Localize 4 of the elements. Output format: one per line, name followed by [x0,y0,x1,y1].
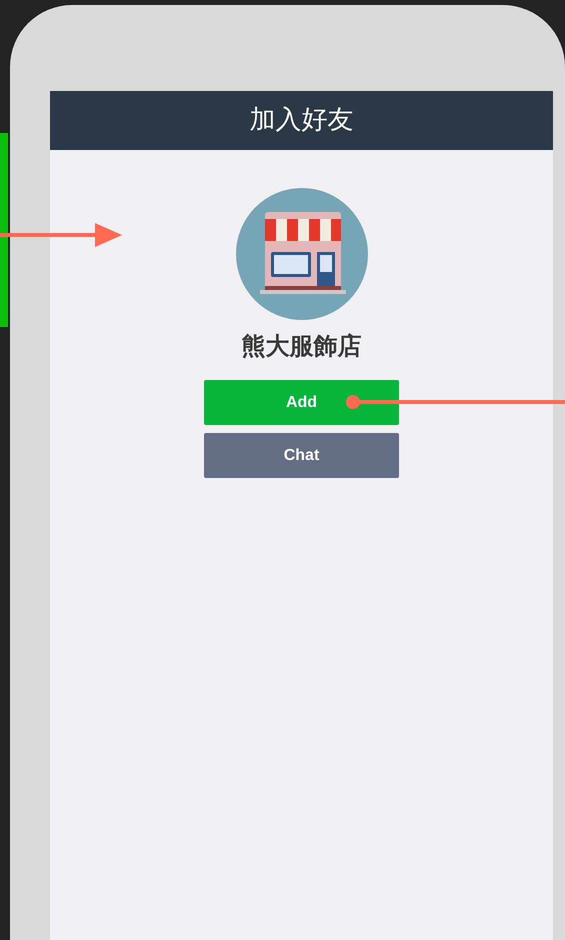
chat-button[interactable]: Chat [204,433,399,478]
store-name: 熊大服飾店 [242,331,362,362]
add-button[interactable]: Add [204,380,399,425]
page-title: 加入好友 [250,104,354,137]
